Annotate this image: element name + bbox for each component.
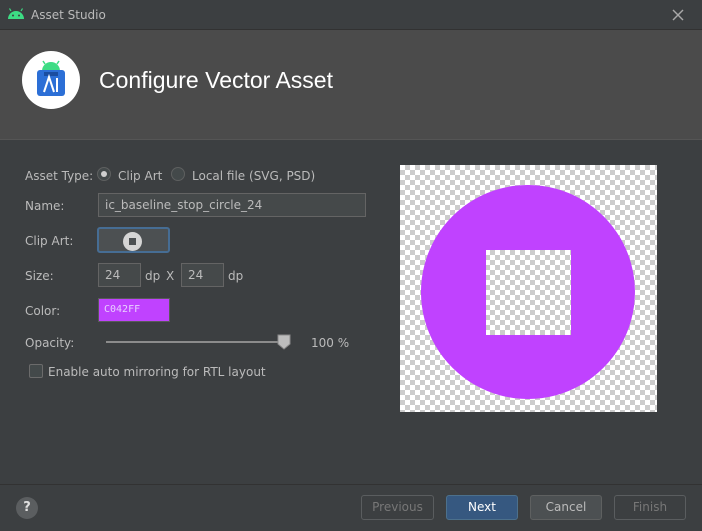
opacity-value: 100 % (311, 336, 350, 350)
opacity-label: Opacity: (25, 336, 75, 350)
clip-art-label: Clip Art: (25, 234, 74, 248)
wizard-header: Configure Vector Asset (0, 30, 702, 140)
android-studio-logo-icon (22, 51, 80, 109)
icon-preview (400, 165, 657, 412)
color-label: Color: (25, 304, 61, 318)
android-icon (8, 8, 24, 19)
close-icon[interactable] (668, 5, 688, 25)
title-bar: Asset Studio (0, 0, 702, 30)
next-button[interactable]: Next (446, 495, 518, 520)
size-label: Size: (25, 269, 54, 283)
cancel-button[interactable]: Cancel (530, 495, 602, 520)
name-label: Name: (25, 199, 65, 213)
opacity-slider-thumb[interactable] (277, 334, 291, 350)
clip-art-button[interactable] (97, 227, 170, 253)
height-unit: dp (228, 269, 244, 283)
rtl-checkbox-label[interactable]: Enable auto mirroring for RTL layout (48, 365, 266, 379)
local-file-radio[interactable] (171, 167, 185, 181)
window-title: Asset Studio (31, 8, 106, 22)
height-input[interactable]: 24 (181, 263, 224, 287)
page-title: Configure Vector Asset (99, 67, 333, 93)
previous-button[interactable]: Previous (361, 495, 434, 520)
stop-circle-icon (123, 232, 142, 251)
size-separator: X (166, 269, 175, 283)
color-picker[interactable]: C042FF (98, 298, 170, 322)
finish-button[interactable]: Finish (614, 495, 686, 520)
local-file-radio-label[interactable]: Local file (SVG, PSD) (192, 169, 315, 183)
clip-art-radio[interactable] (97, 167, 111, 181)
name-input[interactable]: ic_baseline_stop_circle_24 (98, 193, 366, 217)
clip-art-radio-label[interactable]: Clip Art (118, 169, 162, 183)
asset-type-label: Asset Type: (25, 169, 94, 183)
stop-circle-preview-icon (420, 185, 635, 399)
footer-divider (0, 484, 702, 485)
width-input[interactable]: 24 (98, 263, 141, 287)
opacity-slider-track[interactable] (106, 341, 286, 343)
width-unit: dp (145, 269, 161, 283)
help-button[interactable]: ? (16, 497, 38, 519)
rtl-checkbox[interactable] (29, 364, 43, 378)
